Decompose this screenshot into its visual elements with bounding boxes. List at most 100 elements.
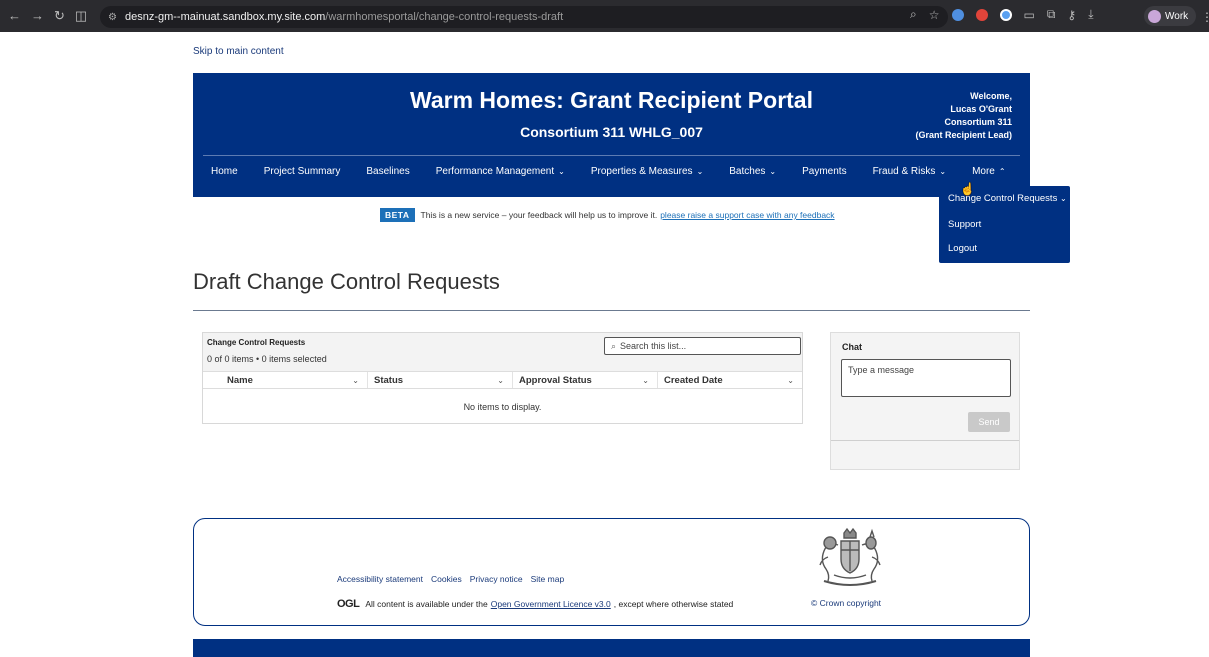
footer-bottom-bar [193, 639, 1030, 657]
column-header-name[interactable]: Name ⌄ [203, 372, 368, 388]
chevron-down-icon[interactable]: ⌄ [497, 376, 504, 385]
list-item-count: 0 of 0 items • 0 items selected [207, 354, 327, 364]
nav-item-baselines[interactable]: Baselines [366, 166, 409, 177]
column-label: Status [374, 374, 404, 386]
welcome-user-name: Lucas O'Grant [950, 104, 1012, 114]
sidebar-toggle-icon[interactable]: ◫ [75, 8, 87, 24]
chat-message-input[interactable]: Type a message [841, 359, 1011, 397]
welcome-org: Consortium 311 [944, 117, 1012, 127]
ogl-logo: OGL [337, 598, 360, 610]
nav-item-more[interactable]: More ⌃ [972, 166, 1006, 177]
chevron-down-icon: ⌄ [939, 167, 947, 176]
footer-link-cookies[interactable]: Cookies [431, 574, 462, 584]
chevron-down-icon[interactable]: ⌄ [352, 376, 359, 385]
nav-label: Baselines [366, 166, 410, 177]
nav-label: Project Summary [263, 166, 341, 177]
feedback-link[interactable]: please raise a support case with any fee… [660, 210, 834, 220]
extension-icon[interactable]: ▭ [1024, 8, 1035, 22]
footer-link-accessibility[interactable]: Accessibility statement [337, 574, 423, 584]
portal-subtitle: Consortium 311 WHLG_007 [520, 124, 703, 140]
url-host: desnz-gm--mainuat.sandbox.my.site.com [124, 11, 326, 23]
site-footer: Accessibility statement Cookies Privacy … [193, 518, 1030, 626]
nav-item-performance-management[interactable]: Performance Management ⌄ [436, 166, 565, 177]
portal-header: Warm Homes: Grant Recipient Portal Conso… [193, 73, 1030, 197]
nav-item-properties-measures[interactable]: Properties & Measures ⌄ [591, 166, 703, 177]
licence-text: All content is available under the [365, 599, 488, 609]
menu-item-support[interactable]: Support [948, 219, 981, 230]
extension-icon[interactable] [951, 8, 964, 21]
chevron-down-icon: ⌄ [1059, 194, 1067, 203]
licence-text-suffix: , except where otherwise stated [613, 599, 734, 609]
main-nav: Home Project Summary Baselines Performan… [211, 166, 1032, 177]
footer-link-privacy[interactable]: Privacy notice [470, 574, 523, 584]
site-settings-icon[interactable]: ⚙ [108, 12, 117, 23]
empty-state-message: No items to display. [463, 402, 542, 412]
profile-label: Work [1165, 10, 1189, 22]
menu-item-logout[interactable]: Logout [948, 243, 977, 254]
chat-placeholder: Type a message [848, 365, 915, 375]
send-button[interactable]: Send [968, 412, 1010, 432]
browser-extensions: ⌕ ☆ ▭ ⧉ ⚷ ⤓ [910, 7, 1094, 22]
nav-item-batches[interactable]: Batches ⌄ [729, 166, 776, 177]
chevron-up-icon: ⌃ [998, 167, 1006, 176]
beta-tag: BETA [380, 208, 415, 222]
ogl-licence-link[interactable]: Open Government Licence v3.0 [491, 599, 611, 609]
browser-toolbar: ← → ↻ ◫ ⚙ desnz-gm--mainuat.sandbox.my.s… [0, 0, 1209, 32]
nav-label: Performance Management [435, 166, 555, 177]
portal-title: Warm Homes: Grant Recipient Portal [409, 87, 813, 113]
nav-label: Batches [729, 166, 766, 177]
nav-label: More [972, 166, 995, 177]
footer-link-sitemap[interactable]: Site map [531, 574, 565, 584]
nav-item-home[interactable]: Home [211, 166, 238, 177]
column-label: Approval Status [519, 374, 592, 386]
list-header: Change Control Requests 0 of 0 items • 0… [203, 333, 802, 371]
bookmark-star-icon[interactable]: ☆ [929, 8, 940, 22]
nav-item-payments[interactable]: Payments [802, 166, 846, 177]
password-key-icon[interactable]: ⚷ [1067, 8, 1076, 22]
download-icon[interactable]: ⤓ [1088, 7, 1093, 22]
welcome-line: Welcome, [970, 91, 1012, 101]
skip-to-main-link[interactable]: Skip to main content [193, 46, 284, 57]
avatar [1148, 9, 1161, 23]
browser-nav-buttons: ← → ↻ ◫ [0, 8, 104, 24]
beta-banner: BETA This is a new service – your feedba… [380, 208, 835, 222]
hand-pointer-cursor-icon: ☝ [960, 182, 975, 196]
extension-icon[interactable] [999, 8, 1012, 21]
search-placeholder: Search this list... [620, 341, 687, 351]
chat-panel: Chat Type a message Send [830, 332, 1020, 470]
chevron-down-icon[interactable]: ⌄ [787, 376, 794, 385]
column-label: Name [227, 374, 253, 386]
footer-links: Accessibility statement Cookies Privacy … [337, 574, 564, 584]
chat-divider [831, 440, 1019, 441]
column-header-created-date[interactable]: Created Date ⌄ [658, 372, 802, 388]
address-bar[interactable]: ⚙ desnz-gm--mainuat.sandbox.my.site.com /… [100, 6, 948, 28]
nav-label: Properties & Measures [590, 166, 693, 177]
url-path: /warmhomesportal/change-control-requests… [325, 11, 564, 23]
nav-label: Home [211, 166, 238, 177]
extension-icon[interactable] [975, 8, 988, 21]
nav-item-fraud-risks[interactable]: Fraud & Risks ⌄ [873, 166, 947, 177]
chevron-down-icon: ⌄ [696, 167, 704, 176]
royal-coat-of-arms-icon [819, 527, 881, 586]
profile-button[interactable]: Work [1144, 6, 1197, 26]
search-input[interactable]: ⌕ Search this list... [604, 337, 801, 355]
more-vert-icon[interactable]: ⋮ [1201, 10, 1209, 24]
list-title: Change Control Requests [207, 338, 306, 347]
more-dropdown-menu: Change Control Requests ⌄ Support Logout [939, 186, 1070, 263]
table-header-row: Name ⌄ Status ⌄ Approval Status ⌄ Created D… [203, 371, 802, 389]
page-title: Draft Change Control Requests [193, 269, 500, 294]
reload-icon[interactable]: ↻ [54, 8, 65, 24]
nav-divider [203, 155, 1020, 156]
extensions-puzzle-icon[interactable]: ⧉ [1047, 7, 1056, 22]
title-divider [193, 310, 1030, 311]
nav-item-project-summary[interactable]: Project Summary [264, 166, 341, 177]
chevron-down-icon[interactable]: ⌄ [642, 376, 649, 385]
column-header-status[interactable]: Status ⌄ [368, 372, 513, 388]
chat-title: Chat [842, 342, 862, 352]
column-header-approval-status[interactable]: Approval Status ⌄ [513, 372, 658, 388]
zoom-icon[interactable]: ⌕ [910, 7, 917, 22]
back-arrow-icon[interactable]: ← [8, 8, 21, 24]
search-icon: ⌕ [611, 340, 617, 351]
chevron-down-icon: ⌄ [558, 167, 565, 176]
forward-arrow-icon[interactable]: → [31, 8, 44, 24]
